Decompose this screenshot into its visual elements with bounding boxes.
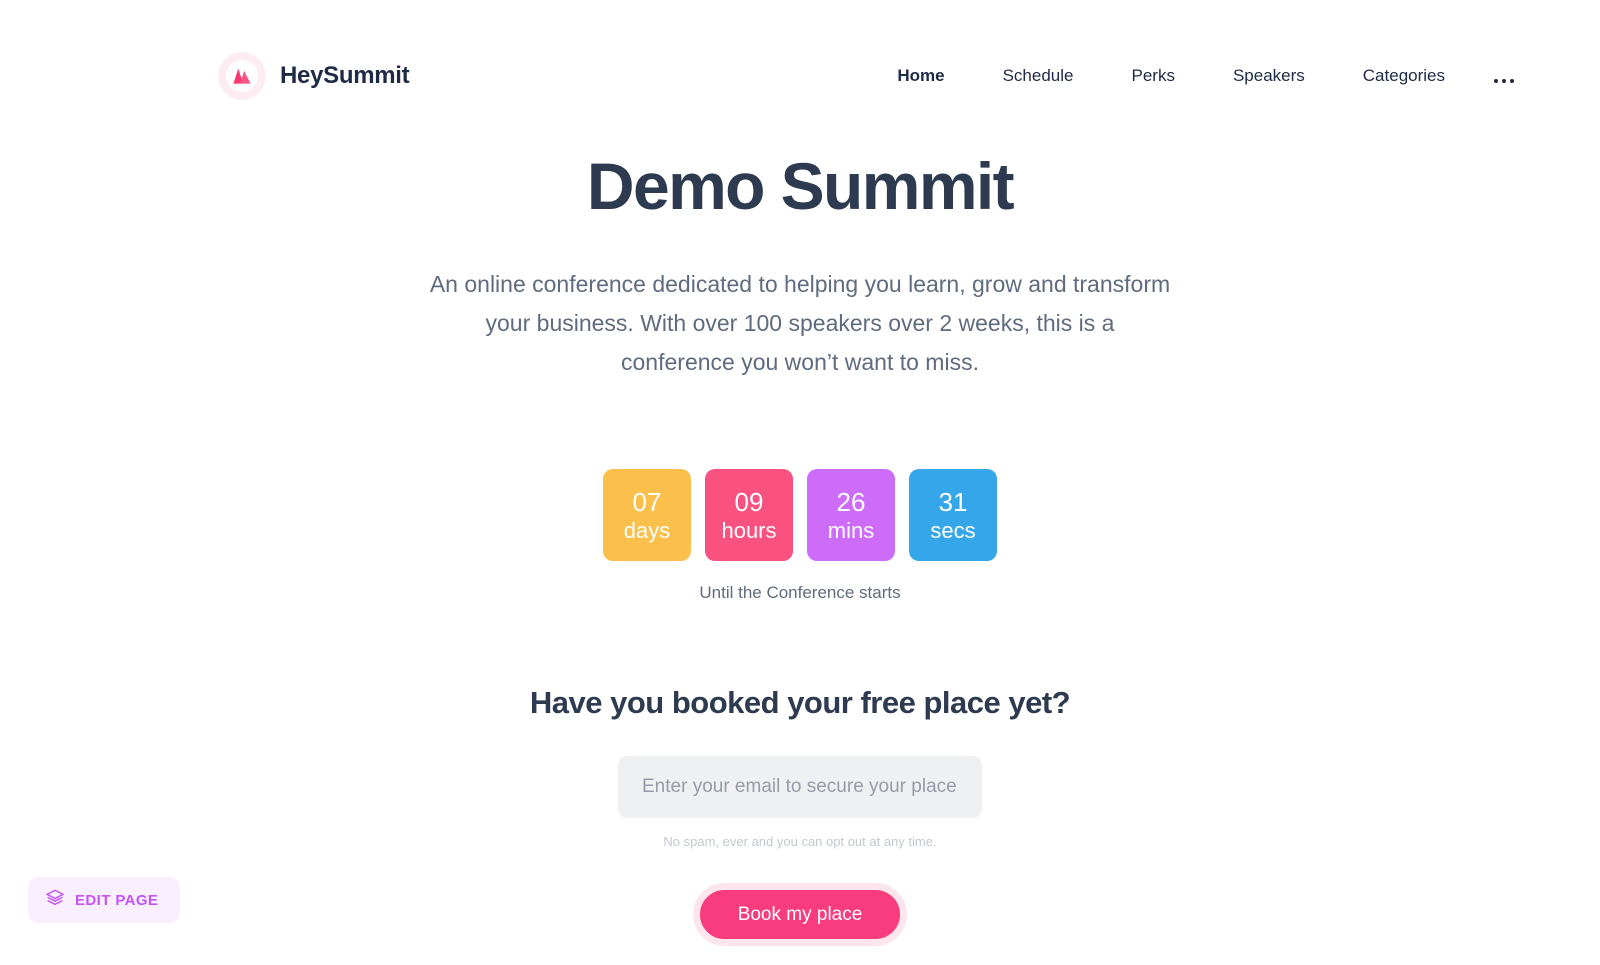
countdown-timer: 07 days 09 hours 26 mins 31 secs	[0, 469, 1600, 562]
countdown-box-secs: 31 secs	[909, 469, 997, 562]
mountain-logo-icon	[218, 52, 266, 100]
countdown-section: 07 days 09 hours 26 mins 31 secs Until t…	[0, 469, 1600, 603]
signup-title: Have you booked your free place yet?	[529, 685, 1071, 721]
hero-subtitle: An online conference dedicated to helpin…	[429, 271, 1171, 375]
countdown-caption: Until the Conference starts	[699, 583, 901, 603]
signup-section: Have you booked your free place yet? No …	[0, 685, 1600, 947]
nav-item-home[interactable]: Home	[868, 60, 973, 92]
countdown-value-hours: 09	[734, 486, 764, 517]
page-title: Demo Summit	[586, 149, 1015, 223]
email-field[interactable]	[618, 756, 982, 819]
countdown-label-secs: secs	[930, 517, 976, 543]
nav-item-perks[interactable]: Perks	[1102, 60, 1203, 92]
brand-name: HeySummit	[280, 62, 410, 89]
edit-page-label: EDIT PAGE	[75, 891, 159, 909]
countdown-value-mins: 26	[836, 486, 866, 517]
countdown-box-days: 07 days	[603, 469, 691, 562]
signup-fineprint: No spam, ever and you can opt out at any…	[663, 834, 937, 850]
nav-item-speakers[interactable]: Speakers	[1204, 60, 1334, 92]
book-my-place-button[interactable]: Book my place	[692, 883, 908, 947]
nav-item-categories[interactable]: Categories	[1334, 60, 1474, 92]
countdown-label-days: days	[623, 517, 671, 543]
hero-section: Demo Summit An online conference dedicat…	[0, 149, 1600, 381]
brand-logo-link[interactable]: HeySummit	[218, 52, 410, 100]
layers-icon	[46, 889, 64, 911]
ellipsis-icon[interactable]	[1474, 64, 1540, 88]
countdown-value-days: 07	[632, 486, 662, 517]
site-header: HeySummit Home Schedule Perks Speakers C…	[0, 0, 1600, 152]
nav-item-schedule[interactable]: Schedule	[974, 60, 1103, 92]
main-nav: Home Schedule Perks Speakers Categories	[868, 60, 1540, 92]
countdown-box-mins: 26 mins	[807, 469, 895, 562]
countdown-box-hours: 09 hours	[705, 469, 793, 562]
countdown-value-secs: 31	[938, 486, 968, 517]
edit-page-button[interactable]: EDIT PAGE	[28, 877, 181, 923]
countdown-label-mins: mins	[827, 517, 875, 543]
countdown-label-hours: hours	[721, 517, 777, 543]
